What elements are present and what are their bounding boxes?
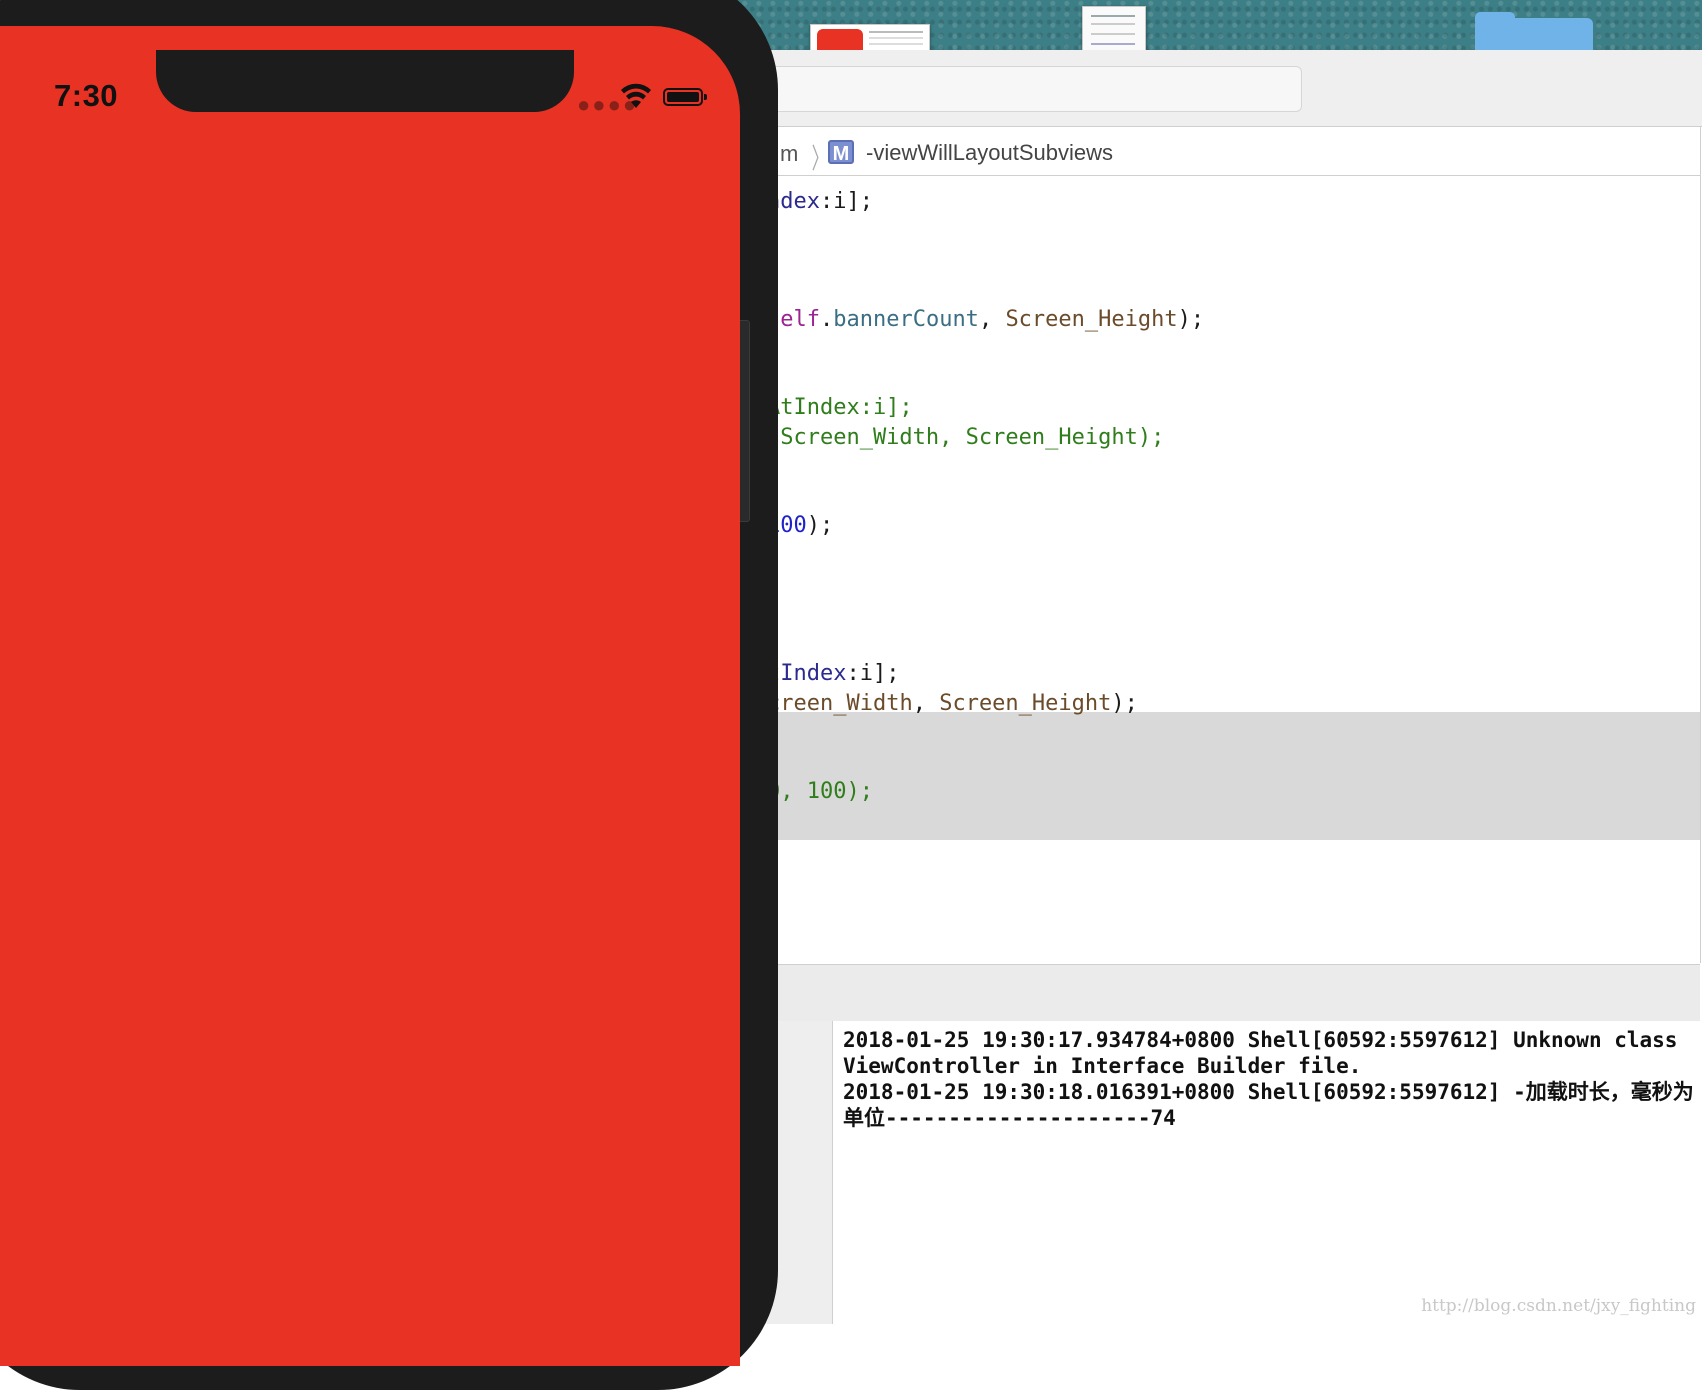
jumpbar-method[interactable]: -viewWillLayoutSubviews <box>866 140 1113 166</box>
battery-icon <box>663 88 707 106</box>
code-token: ); <box>1111 691 1138 716</box>
wifi-icon <box>621 83 651 108</box>
source-editor[interactable]: tAtIndex:i];dth*self.bannerCount, Screen… <box>700 176 1701 963</box>
code-token: Screen_Height <box>939 691 1112 716</box>
code-token: ); <box>806 513 834 538</box>
jump-bar: m 〉 M -viewWillLayoutSubviews <box>700 127 1701 176</box>
jumpbar-file[interactable]: m <box>780 141 798 167</box>
device-notch <box>156 50 574 112</box>
watermark-text: http://blog.csdn.net/jxy_fighting <box>1421 1296 1696 1316</box>
code-token: . <box>819 307 834 332</box>
simulator-screen[interactable]: 7:30 ●●●● <box>0 26 740 1366</box>
xcode-toolbar <box>700 50 1702 127</box>
code-token: Screen_Height <box>1005 307 1178 332</box>
console-line: 2018-01-25 19:30:17.934784+0800 Shell[60… <box>843 1028 1691 1078</box>
desktop-folder-icon[interactable] <box>1475 12 1593 50</box>
code-token: , <box>978 307 1006 332</box>
chevron-right-icon: 〉 <box>811 143 829 174</box>
desktop-screenshot-thumbnail[interactable] <box>810 24 930 50</box>
debug-bar <box>700 964 1700 1022</box>
method-icon: M <box>828 140 854 165</box>
console-line: 2018-01-25 19:30:18.016391+0800 Shell[60… <box>843 1080 1694 1130</box>
xcode-window: m 〉 M -viewWillLayoutSubviews tAtIndex:i… <box>700 50 1702 1324</box>
console-output[interactable]: 2018-01-25 19:30:17.934784+0800 Shell[60… <box>833 1021 1702 1324</box>
status-time: 7:30 <box>54 78 119 113</box>
code-token: , <box>912 691 940 716</box>
code-token: :i]; <box>846 661 900 686</box>
code-line: 0, Screen_Width, Screen_Height); <box>714 424 1164 452</box>
highlighted-code-block <box>700 712 1700 840</box>
code-token: :i]; <box>819 189 873 214</box>
code-token: bannerCount <box>833 307 979 332</box>
code-token: ); <box>1177 307 1205 332</box>
activity-view <box>720 66 1302 112</box>
code-token: 0, Screen_Width, Screen_Height); <box>714 425 1165 450</box>
code-line: dth*self.bannerCount, Screen_Height); <box>714 306 1204 334</box>
desktop-document-thumbnail[interactable] <box>1082 6 1146 50</box>
